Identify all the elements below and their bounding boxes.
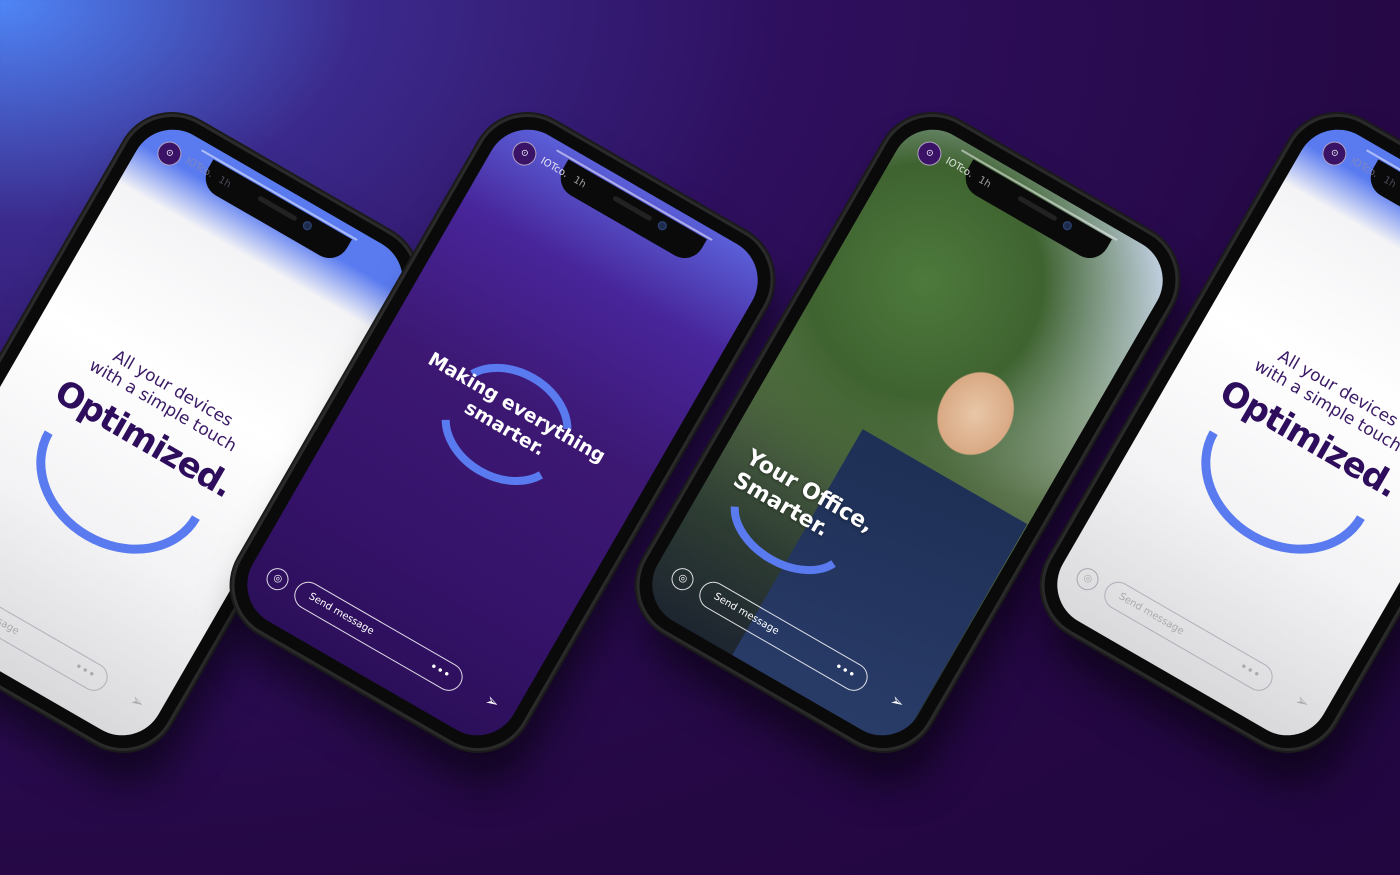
camera-icon[interactable]: ◎ xyxy=(262,564,293,595)
story-reply-bar: ◎ Send message••• ➢ xyxy=(243,552,521,732)
more-icon[interactable]: ••• xyxy=(424,655,456,688)
camera-icon[interactable]: ◎ xyxy=(667,564,698,595)
more-icon[interactable]: ••• xyxy=(69,655,101,688)
send-icon[interactable]: ➢ xyxy=(127,690,148,713)
send-message-input[interactable]: Send message••• xyxy=(289,576,468,696)
send-icon[interactable]: ➢ xyxy=(887,690,908,713)
account-avatar-icon[interactable]: ⊙ xyxy=(913,137,946,170)
more-icon[interactable]: ••• xyxy=(829,655,861,688)
send-icon[interactable]: ➢ xyxy=(1292,690,1313,713)
more-icon[interactable]: ••• xyxy=(1234,655,1266,688)
account-avatar-icon[interactable]: ⊙ xyxy=(1318,137,1351,170)
send-message-input[interactable]: Send message••• xyxy=(694,576,873,696)
send-message-input[interactable]: Send message••• xyxy=(1099,576,1278,696)
account-avatar-icon[interactable]: ⊙ xyxy=(508,137,541,170)
story-reply-bar: ◎ Send message••• ➢ xyxy=(1053,552,1331,732)
story-screen: ⊙ IOTco.1h Your Office, Smarter. ◎ Send … xyxy=(636,114,1179,751)
phone-office: ⊙ IOTco.1h Your Office, Smarter. ◎ Send … xyxy=(620,97,1195,768)
send-icon[interactable]: ➢ xyxy=(482,690,503,713)
send-message-input[interactable]: Send message••• xyxy=(0,576,113,696)
account-avatar-icon[interactable]: ⊙ xyxy=(153,137,186,170)
camera-icon[interactable]: ◎ xyxy=(1072,564,1103,595)
